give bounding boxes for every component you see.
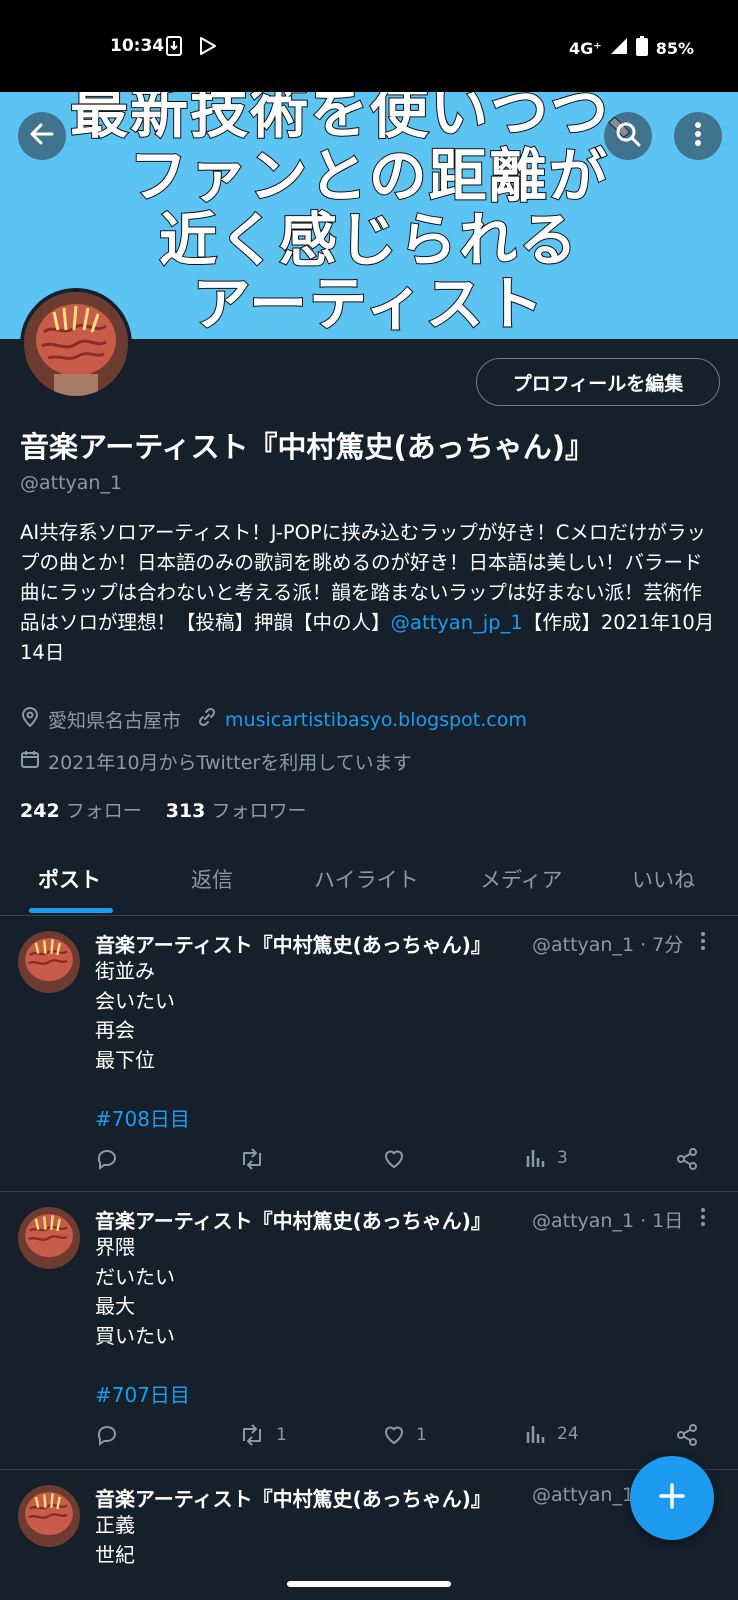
- views-icon: [526, 1426, 545, 1443]
- avatar-brain-icon: [18, 931, 80, 993]
- more-vertical-icon: [694, 121, 702, 151]
- like-button[interactable]: [382, 1147, 406, 1171]
- repost-button[interactable]: [238, 1147, 266, 1171]
- post-hashtag[interactable]: #707日目: [95, 1381, 190, 1411]
- like-icon: [384, 1426, 404, 1445]
- search-icon: [614, 120, 642, 152]
- active-tab-indicator: [29, 908, 113, 913]
- profile-meta-location-row: 愛知県名古屋市 musicartistibasyo.blogspot.com: [20, 706, 527, 733]
- post-more-icon[interactable]: [700, 931, 706, 955]
- post-more-icon[interactable]: [700, 1207, 706, 1231]
- post-actions: 1 1 24: [95, 1423, 715, 1453]
- following-link[interactable]: 242 フォロー: [20, 796, 142, 823]
- views-button[interactable]: 3: [525, 1147, 568, 1169]
- post-meta: @attyan_1 · 7分: [532, 934, 684, 956]
- profile-tabs: ポスト 返信 ハイライト メディア いいね: [0, 850, 738, 916]
- like-button[interactable]: 1: [382, 1423, 427, 1447]
- post-meta: @attyan_1: [532, 1484, 635, 1506]
- followers-link[interactable]: 313 フォロワー: [166, 796, 307, 823]
- play-store-icon: [198, 36, 218, 60]
- calendar-icon: [20, 749, 40, 774]
- tab-highlights[interactable]: ハイライト: [314, 864, 419, 894]
- follow-stats: 242 フォロー 313 フォロワー: [20, 796, 306, 823]
- views-count: 24: [557, 1424, 579, 1444]
- profile-avatar[interactable]: [20, 288, 132, 400]
- post-author-name: 音楽アーティスト『中村篤史(あっちゃん)』: [95, 1487, 491, 1511]
- download-notification-icon: [166, 36, 182, 60]
- repost-icon: [243, 1424, 261, 1446]
- tab-posts[interactable]: ポスト: [38, 864, 101, 894]
- repost-button[interactable]: 1: [238, 1423, 287, 1447]
- avatar-brain-icon: [24, 292, 128, 396]
- signal-icon: [610, 37, 628, 59]
- bio-mention-link[interactable]: @attyan_jp_1: [391, 611, 523, 634]
- tab-likes[interactable]: いいね: [632, 864, 695, 894]
- more-options-button[interactable]: [674, 112, 722, 160]
- home-indicator[interactable]: [287, 1581, 451, 1587]
- profile-location: 愛知県名古屋市: [48, 710, 182, 732]
- reply-icon: [97, 1426, 117, 1446]
- views-button[interactable]: 24: [525, 1423, 579, 1445]
- status-time: 10:34: [110, 36, 165, 56]
- post-meta: @attyan_1 · 1日: [532, 1210, 684, 1232]
- link-icon: [197, 707, 217, 732]
- post-item[interactable]: 音楽アーティスト『中村篤史(あっちゃん)』 @attyan_1 · 7分 街並み…: [0, 917, 738, 1192]
- post-body: 正義 世紀: [95, 1513, 135, 1567]
- share-button[interactable]: [675, 1423, 699, 1447]
- post-item[interactable]: 音楽アーティスト『中村篤史(あっちゃん)』 @attyan_1 · 1日 界隈 …: [0, 1193, 738, 1470]
- profile-joined: 2021年10月からTwitterを利用しています: [48, 752, 412, 774]
- location-pin-icon: [20, 706, 40, 733]
- repost-count: 1: [276, 1425, 287, 1445]
- share-button[interactable]: [675, 1147, 699, 1171]
- post-hashtag[interactable]: #708日目: [95, 1105, 190, 1135]
- network-label: 4G⁺: [568, 38, 602, 58]
- profile-bio: AI共存系ソロアーティスト！J-POPに挟み込むラップが好き！Cメロだけがラップ…: [20, 518, 720, 668]
- share-icon: [677, 1424, 697, 1446]
- search-button[interactable]: [604, 112, 652, 160]
- compose-post-button[interactable]: [630, 1456, 714, 1540]
- post-body: 界隈 だいたい 最大 買いたい #707日目: [95, 1233, 190, 1410]
- repost-icon: [243, 1148, 261, 1170]
- reply-button[interactable]: [95, 1147, 119, 1171]
- profile-meta-joined-row: 2021年10月からTwitterを利用しています: [20, 748, 412, 775]
- back-arrow-icon: [28, 120, 56, 152]
- profile-name: 音楽アーティスト『中村篤史(あっちゃん)』: [20, 430, 595, 464]
- status-right: 4G⁺ 85%: [569, 36, 694, 60]
- tab-media[interactable]: メディア: [480, 864, 563, 894]
- edit-profile-button[interactable]: プロフィールを編集: [476, 358, 720, 406]
- profile-handle: @attyan_1: [20, 472, 123, 494]
- like-count: 1: [416, 1425, 427, 1445]
- post-avatar[interactable]: [18, 1485, 80, 1547]
- like-icon: [384, 1150, 404, 1169]
- post-avatar[interactable]: [18, 1207, 80, 1269]
- share-icon: [677, 1148, 697, 1170]
- post-avatar[interactable]: [18, 931, 80, 993]
- post-body: 街並み 会いたい 再会 最下位 #708日目: [95, 957, 190, 1134]
- reply-button[interactable]: [95, 1423, 119, 1447]
- views-count: 3: [557, 1148, 568, 1168]
- views-icon: [526, 1150, 545, 1167]
- avatar-brain-icon: [18, 1485, 80, 1547]
- status-bar: 10:34 4G⁺ 85%: [0, 0, 738, 92]
- avatar-brain-icon: [18, 1207, 80, 1269]
- reply-icon: [97, 1150, 117, 1170]
- battery-icon: [635, 36, 648, 60]
- back-button[interactable]: [18, 112, 66, 160]
- plus-icon: [657, 1481, 687, 1515]
- profile-website-link[interactable]: musicartistibasyo.blogspot.com: [225, 709, 527, 731]
- post-author-name: 音楽アーティスト『中村篤史(あっちゃん)』: [95, 933, 491, 957]
- post-actions: 3: [95, 1147, 715, 1177]
- tab-replies[interactable]: 返信: [191, 864, 233, 894]
- battery-percent: 85%: [655, 38, 694, 58]
- post-author-name: 音楽アーティスト『中村篤史(あっちゃん)』: [95, 1209, 491, 1233]
